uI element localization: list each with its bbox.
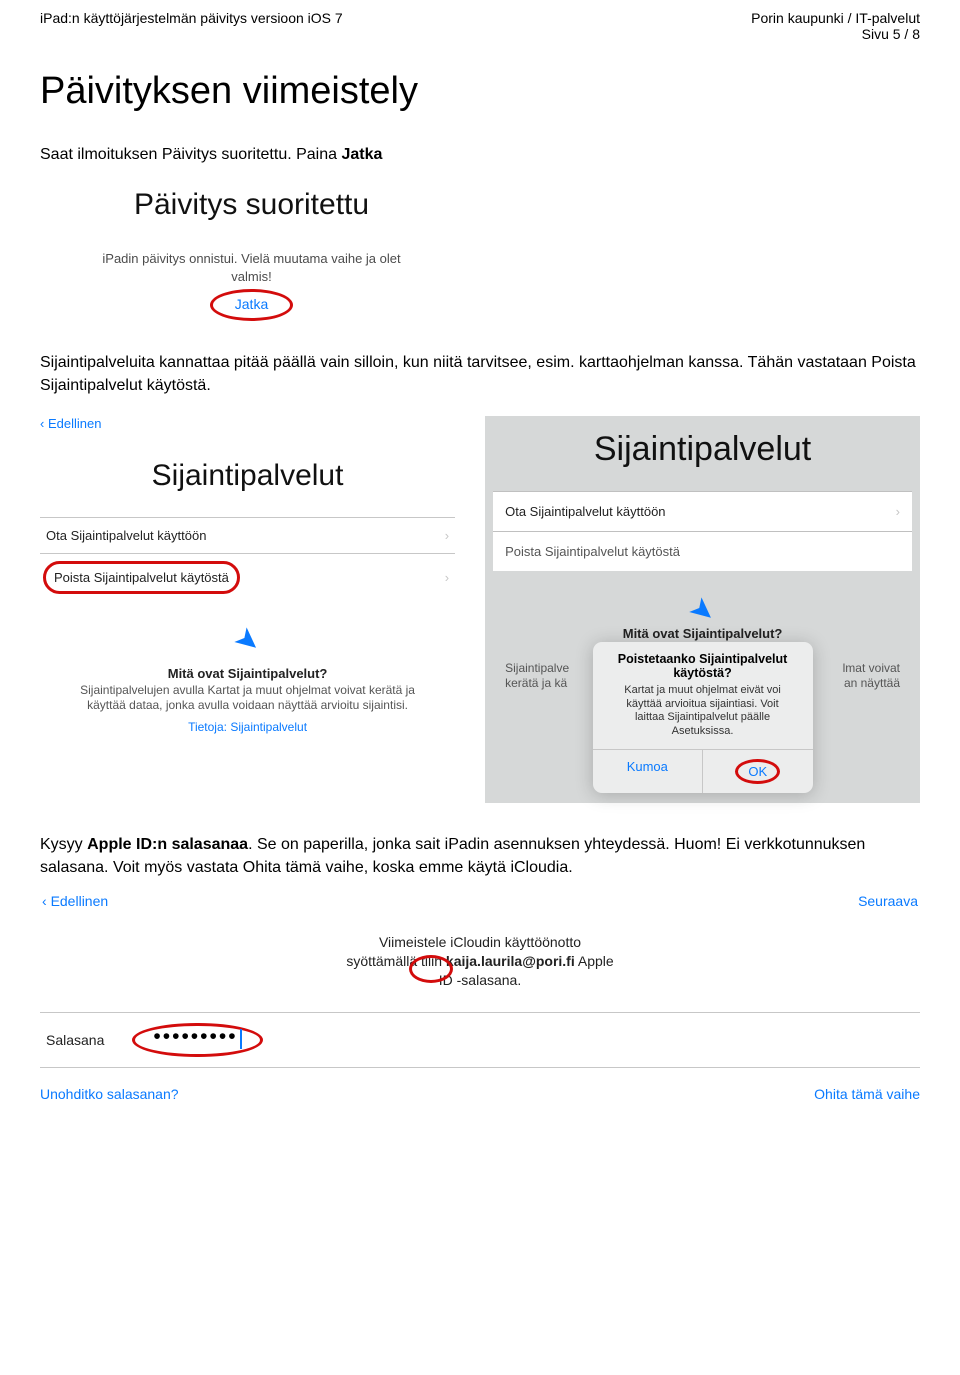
password-field[interactable]: ••••••••• xyxy=(132,1023,262,1057)
back-label: Edellinen xyxy=(48,416,102,431)
descr-fragment-left2: kerätä ja kä xyxy=(505,676,567,692)
descr-fragment-right1: lmat voivat xyxy=(843,661,900,677)
red-circle-annotation xyxy=(409,955,453,983)
password-dots: ••••••••• xyxy=(153,1025,237,1048)
next-link[interactable]: Seuraava xyxy=(858,893,918,909)
screenshot-icloud-setup: ‹ Edellinen Seuraava Viimeistele iCloudi… xyxy=(40,893,920,1102)
doc-header-right-page: Sivu 5 / 8 xyxy=(751,26,920,42)
doc-header-left: iPad:n käyttöjärjestelmän päivitys versi… xyxy=(40,10,343,42)
chevron-right-icon: › xyxy=(445,528,449,543)
screenshot-update-complete: Päivitys suoritettu iPadin päivitys onni… xyxy=(44,188,459,321)
descr-fragment-right2: an näyttää xyxy=(844,676,900,692)
back-link[interactable]: ‹ Edellinen xyxy=(40,416,101,431)
dialog-title: Poistetaanko Sijaintipalvelut käytöstä? xyxy=(593,652,813,682)
option-disable-location[interactable]: Poista Sijaintipalvelut käytöstä › xyxy=(40,553,455,601)
red-circle-annotation: Jatka xyxy=(210,289,293,321)
dialog-ok-button: OK xyxy=(748,764,767,779)
intro-paragraph: Saat ilmoituksen Päivitys suoritettu. Pa… xyxy=(40,143,920,166)
icloud-text-line2c: Apple xyxy=(575,953,614,969)
forgot-password-link[interactable]: Unohditko salasanan? xyxy=(40,1086,179,1102)
text-cursor-icon xyxy=(240,1029,242,1049)
dialog-body: Kartat ja muut ohjelmat eivät voi käyttä… xyxy=(593,682,813,749)
left-question-title: Mitä ovat Sijaintipalvelut? xyxy=(40,666,455,681)
continue-button[interactable]: Jatka xyxy=(235,296,268,312)
icloud-text-line1: Viimeistele iCloudin käyttöönotto xyxy=(40,933,920,952)
chevron-right-icon: › xyxy=(896,504,900,519)
intro-bold-jatka: Jatka xyxy=(341,146,382,163)
back-label: Edellinen xyxy=(51,893,109,909)
password-label: Salasana xyxy=(46,1032,104,1048)
p3-bold: Apple ID:n salasanaa xyxy=(87,836,248,853)
p3-part1: Kysyy xyxy=(40,836,87,853)
screenshot-location-left: ‹ Edellinen Sijaintipalvelut Ota Sijaint… xyxy=(40,416,455,803)
section-title: Päivityksen viimeistely xyxy=(40,70,920,113)
doc-header-right-org: Porin kaupunki / IT-palvelut xyxy=(751,10,920,26)
icloud-email: kaija.laurila@pori.fi xyxy=(446,953,575,969)
shot1-line1: iPadin päivitys onnistui. Vielä muutama … xyxy=(102,251,400,266)
left-question-body: Sijaintipalvelujen avulla Kartat ja muut… xyxy=(40,681,455,720)
location-services-paragraph: Sijaintipalveluita kannattaa pitää pääll… xyxy=(40,351,920,397)
right-title: Sijaintipalvelut xyxy=(493,430,912,469)
confirm-dialog: Poistetaanko Sijaintipalvelut käytöstä? … xyxy=(593,642,813,793)
screenshot-location-right: Sijaintipalvelut Ota Sijaintipalvelut kä… xyxy=(485,416,920,803)
shot1-line2: valmis! xyxy=(231,269,271,284)
intro-text: Saat ilmoituksen Päivitys suoritettu. Pa… xyxy=(40,146,341,163)
red-circle-annotation: OK xyxy=(735,759,780,784)
left-info-link[interactable]: Tietoja: Sijaintipalvelut xyxy=(40,720,455,734)
chevron-left-icon: ‹ xyxy=(42,893,51,909)
dialog-ok-wrap[interactable]: OK xyxy=(702,750,813,793)
apple-id-paragraph: Kysyy Apple ID:n salasanaa. Se on paperi… xyxy=(40,833,920,879)
shot1-title: Päivitys suoritettu xyxy=(44,188,459,222)
chevron-right-icon: › xyxy=(445,570,449,585)
red-circle-annotation: ••••••••• xyxy=(132,1023,262,1057)
dialog-cancel-button[interactable]: Kumoa xyxy=(593,750,703,793)
chevron-left-icon: ‹ xyxy=(40,416,48,431)
back-link[interactable]: ‹ Edellinen xyxy=(42,893,108,909)
option-disable-location[interactable]: Poista Sijaintipalvelut käytöstä xyxy=(493,531,912,571)
skip-step-link[interactable]: Ohita tämä vaihe xyxy=(814,1086,920,1102)
descr-fragment-left1: Sijaintipalve xyxy=(505,661,569,677)
left-title: Sijaintipalvelut xyxy=(40,459,455,493)
